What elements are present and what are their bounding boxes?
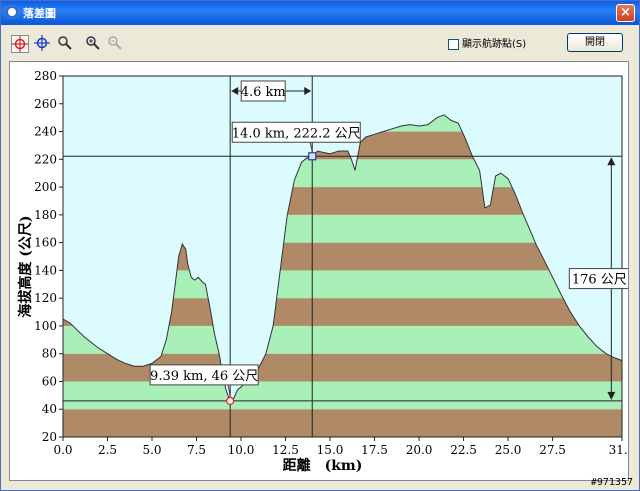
y-tick-label: 180 — [34, 208, 57, 222]
zoom-select-icon[interactable] — [57, 35, 75, 53]
y-tick-label: 60 — [42, 374, 57, 388]
window-title: 落差圖 — [23, 7, 56, 20]
x-tick-label: 25.0 — [495, 443, 522, 457]
y-tick-label: 260 — [34, 97, 57, 111]
elevation-band — [63, 381, 622, 410]
title-bar[interactable]: 落差圖 × — [1, 1, 639, 25]
crosshair-red-icon[interactable] — [11, 35, 29, 53]
elevation-band — [63, 409, 622, 437]
x-tick-label: 17.5 — [361, 443, 388, 457]
point-a-marker — [226, 396, 235, 405]
y-axis-label: 海拔高度 (公尺) — [17, 215, 34, 317]
toolbar — [9, 31, 629, 57]
x-tick-label: 0.0 — [53, 443, 72, 457]
y-tick-label: 40 — [42, 402, 57, 416]
y-tick-label: 20 — [42, 430, 57, 444]
x-tick-label: 7.5 — [187, 443, 206, 457]
watermark: #971357 — [590, 477, 633, 488]
crosshair-blue-icon[interactable] — [34, 35, 52, 53]
x-tick-label: 12.5 — [272, 443, 299, 457]
elevation-diff-label: 176 公尺 — [572, 273, 627, 288]
open-close-button[interactable]: 開閉 — [567, 33, 623, 52]
point-b-label: 14.0 km, 222.2 公尺 — [232, 126, 361, 141]
show-track-points-label: 顯示航跡點(S) — [462, 39, 527, 50]
zoom-out-icon[interactable] — [107, 35, 125, 53]
y-tick-label: 220 — [34, 152, 57, 166]
y-tick-label: 200 — [34, 180, 57, 194]
y-tick-label: 160 — [34, 236, 57, 250]
show-track-points-toggle[interactable]: 顯示航跡點(S) — [448, 35, 526, 50]
x-tick-label: 15.0 — [317, 443, 344, 457]
y-tick-label: 120 — [34, 291, 57, 305]
y-tick-label: 140 — [34, 263, 57, 277]
y-tick-label: 80 — [42, 347, 57, 361]
y-tick-label: 100 — [34, 319, 57, 333]
x-tick-label: 5.0 — [142, 443, 161, 457]
app-icon — [5, 5, 19, 19]
point-b-marker — [308, 152, 317, 161]
elevation-chart[interactable]: 20 40 60 80 100 120 140 160 180 200 220 240 260 280 0.… — [10, 62, 636, 480]
zoom-in-icon[interactable] — [85, 35, 103, 53]
x-tick-label: 10.0 — [228, 443, 255, 457]
y-tick-label: 240 — [34, 125, 57, 139]
show-track-points-checkbox[interactable] — [448, 38, 459, 50]
elevation-window: 落差圖 × 顯示航跡點(S) 開閉 20 40 60 80 100 120 140 160 18… — [0, 0, 640, 491]
x-tick-label: 27.5 — [539, 443, 566, 457]
x-tick-label: 20.0 — [406, 443, 433, 457]
y-tick-label: 280 — [34, 69, 57, 83]
chart-canvas[interactable]: 20 40 60 80 100 120 140 160 180 200 220 240 260 280 0.… — [9, 61, 636, 481]
x-tick-label: 2.5 — [98, 443, 117, 457]
point-a-label: 9.39 km, 46 公尺 — [150, 369, 258, 384]
close-button[interactable]: × — [616, 4, 635, 22]
x-axis-label: 距離 (km) — [283, 457, 363, 474]
x-tick-label: 31.4 — [609, 443, 628, 457]
x-tick-label: 22.5 — [450, 443, 477, 457]
distance-label: 4.6 km — [241, 85, 286, 100]
